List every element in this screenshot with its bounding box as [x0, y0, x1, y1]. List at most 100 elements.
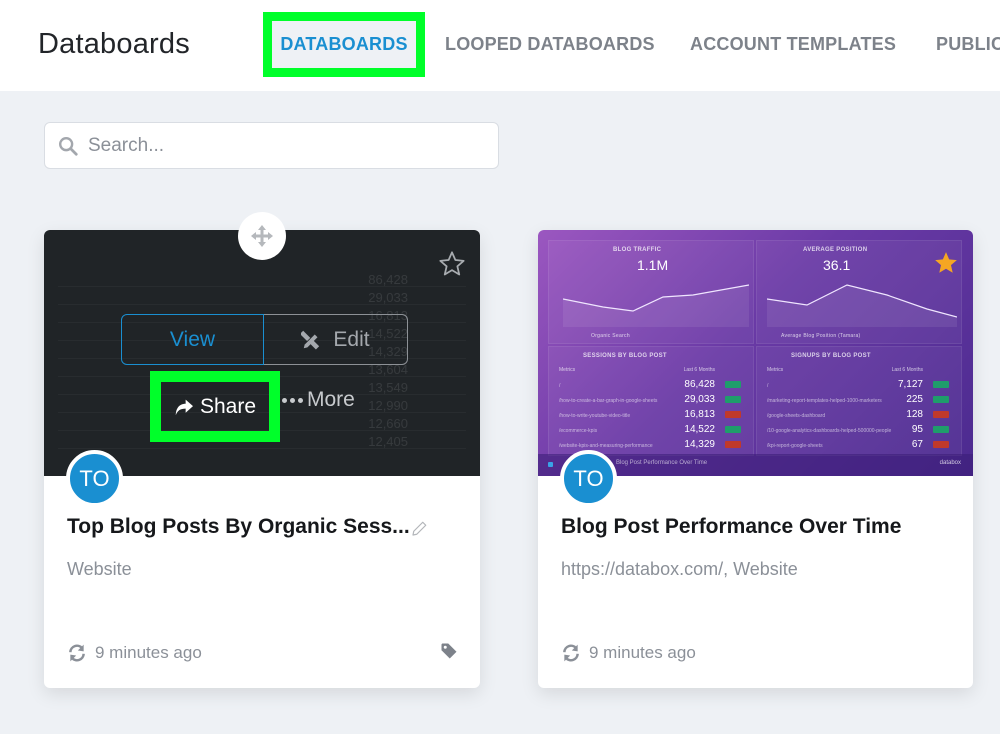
more-dots-icon — [282, 397, 303, 403]
view-edit-group: View Edit — [121, 314, 408, 365]
last-updated: 9 minutes ago — [67, 643, 202, 663]
avatar: TO — [560, 450, 617, 507]
preview-position-value: 36.1 — [823, 257, 851, 273]
preview-row-label: /kpi-report-google-sheets — [767, 443, 823, 449]
preview-row-value: 128 — [906, 409, 923, 420]
preview-change-badge — [725, 396, 741, 403]
tab-databoards[interactable]: DATABOARDS — [272, 21, 416, 68]
preview-change-badge — [725, 426, 741, 433]
updated-text: 9 minutes ago — [95, 643, 202, 662]
preview-change-badge — [933, 411, 949, 418]
card-datasource: Website — [67, 559, 132, 579]
preview-row-value: 29,033 — [684, 394, 715, 405]
preview-row-value: 95 — [911, 424, 923, 435]
preview-ghost-value: 12,990 — [368, 398, 408, 413]
preview-row-value: 16,813 — [684, 409, 715, 420]
preview-change-badge — [725, 381, 741, 388]
preview-traffic-value: 1.1M — [637, 257, 669, 273]
preview-sessions-title: SESSIONS BY BLOG POST — [583, 353, 667, 359]
preview-row-label: / — [767, 383, 769, 389]
preview-row-label: /google-sheets-dashboard — [767, 413, 826, 419]
preview-table-row: /ecommerce-kpis 14,522 — [559, 424, 743, 435]
preview-footer-title: Blog Post Performance Over Time — [616, 460, 708, 466]
avatar: TO — [66, 450, 123, 507]
preview-ghost-value: 86,428 — [368, 272, 408, 287]
more-label: More — [307, 388, 355, 411]
preview-change-badge — [725, 441, 741, 448]
preview-sessions-header: Metrics Last 6 Months — [559, 367, 715, 373]
preview-table-row: /how-to-write-youtube-video-title 16,813 — [559, 409, 743, 420]
preview-change-badge — [933, 381, 949, 388]
preview-table-row: /how-to-create-a-bar-graph-in-google-she… — [559, 394, 743, 405]
edit-label: Edit — [333, 327, 370, 351]
preview-ghost-value: 12,405 — [368, 434, 408, 449]
move-icon — [251, 225, 273, 247]
preview-position-chart — [767, 284, 957, 327]
page-title: Databoards — [38, 28, 190, 60]
preview-signups-header: Metrics Last 6 Months — [767, 367, 923, 373]
preview-change-badge — [933, 441, 949, 448]
updated-text: 9 minutes ago — [589, 643, 696, 662]
edit-button[interactable]: Edit — [264, 314, 408, 365]
preview-position-panel: AVERAGE POSITION 36.1 Average Blog Posit… — [756, 240, 962, 344]
preview-traffic-chart — [563, 284, 749, 327]
preview-change-badge — [725, 411, 741, 418]
preview-table-row: /marketing-report-templates-helped-1000-… — [767, 394, 951, 405]
databoard-card[interactable]: 86,428 29,033 16,813 14,522 14,329 13,604 13,5… — [44, 212, 480, 688]
preview-row-value: 7,127 — [897, 379, 923, 390]
rename-pencil-icon[interactable] — [410, 520, 428, 538]
refresh-icon — [563, 644, 579, 662]
last-updated: 9 minutes ago — [561, 643, 696, 663]
search-input[interactable] — [88, 123, 488, 168]
preview-row-value: 86,428 — [684, 379, 715, 390]
share-arrow-icon — [175, 399, 193, 415]
pencil-ruler-icon — [301, 330, 320, 349]
preview-change-badge — [933, 426, 949, 433]
card-datasource: https://databox.com/, Website — [561, 559, 798, 579]
search-icon — [59, 137, 78, 156]
card-title[interactable]: Top Blog Posts By Organic Sess... — [67, 515, 410, 539]
preview-position-title: AVERAGE POSITION — [803, 247, 868, 253]
refresh-icon — [69, 644, 85, 662]
preview-row-value: 14,522 — [684, 424, 715, 435]
preview-row-label: /marketing-report-templates-helped-1000-… — [767, 398, 882, 404]
preview-table-row: /google-sheets-dashboard 128 — [767, 409, 951, 420]
top-bar: Databoards DATABOARDS LOOPED DATABOARDS … — [0, 0, 1000, 91]
share-button[interactable]: Share — [161, 382, 269, 431]
card-preview: BLOG TRAFFIC 1.1M Organic Search AVERAGE… — [538, 230, 973, 476]
more-button[interactable]: More — [282, 388, 355, 412]
preview-traffic-title: BLOG TRAFFIC — [613, 247, 662, 253]
drag-handle[interactable] — [238, 212, 286, 260]
preview-change-badge — [933, 396, 949, 403]
databoard-card[interactable]: BLOG TRAFFIC 1.1M Organic Search AVERAGE… — [538, 230, 973, 688]
view-button[interactable]: View — [121, 314, 264, 365]
preview-table-row: / 86,428 — [559, 379, 743, 390]
preview-traffic-legend: Organic Search — [591, 333, 630, 339]
tab-public[interactable]: PUBLIC — [936, 34, 1000, 55]
preview-row-label: /10-google-analytics-dashboards-helped-5… — [767, 428, 892, 434]
preview-row-label: / — [559, 383, 561, 389]
preview-row-label: /how-to-write-youtube-video-title — [559, 413, 631, 419]
preview-ghost-value: 29,033 — [368, 290, 408, 305]
preview-row-label: /ecommerce-kpis — [559, 428, 598, 434]
share-label: Share — [199, 394, 257, 418]
favorite-star-icon[interactable] — [933, 250, 959, 276]
search-box — [44, 122, 499, 169]
preview-ghost-value: 12,660 — [368, 416, 408, 431]
preview-signups-panel: SIGNUPS BY BLOG POST Metrics Last 6 Month… — [756, 346, 962, 456]
favorite-star-icon[interactable] — [438, 250, 466, 278]
preview-position-legend: Average Blog Position (Tamara) — [781, 333, 861, 339]
preview-signups-title: SIGNUPS BY BLOG POST — [791, 353, 871, 359]
preview-row-value: 67 — [911, 439, 923, 450]
preview-row-value: 225 — [906, 394, 923, 405]
preview-row-value: 14,329 — [684, 439, 715, 450]
preview-brand: databox — [939, 460, 961, 466]
tab-databoards-highlight: DATABOARDS — [263, 12, 425, 77]
preview-table-row: /kpi-report-google-sheets 67 — [767, 439, 951, 450]
tab-looped-databoards[interactable]: LOOPED DATABOARDS — [445, 34, 655, 55]
preview-row-label: /website-kpis-and-measuring-performance — [559, 443, 653, 449]
share-highlight: Share — [150, 371, 280, 442]
card-title[interactable]: Blog Post Performance Over Time — [561, 515, 901, 539]
tag-icon[interactable] — [440, 642, 458, 660]
tab-account-templates[interactable]: ACCOUNT TEMPLATES — [690, 34, 896, 55]
